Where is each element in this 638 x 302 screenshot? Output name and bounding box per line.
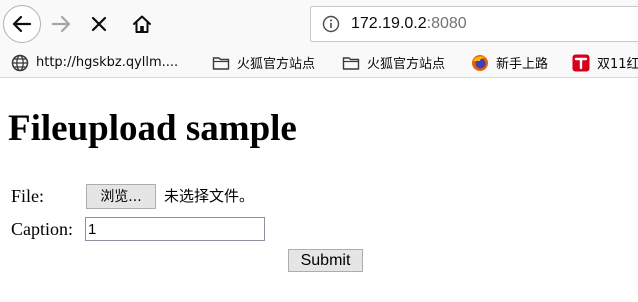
bookmark-label: 双11红 xyxy=(597,57,638,72)
bookmark-folder[interactable]: 火狐官方站点 xyxy=(212,48,315,77)
url-host: 172.19.0.2 xyxy=(351,15,427,32)
bookmarks-bar: http://hgskbz.qyllm.... 火狐官方站点 火狐官方站点 新手… xyxy=(0,48,638,78)
home-icon xyxy=(133,15,151,33)
caption-label: Caption: xyxy=(11,219,73,239)
bookmark-label: 火狐官方站点 xyxy=(237,57,316,72)
bookmark-label: 火狐官方站点 xyxy=(367,57,446,72)
info-icon[interactable] xyxy=(322,15,340,33)
browser-toolbar: 172.19.0.2:8080 xyxy=(0,0,638,48)
browse-button[interactable]: 浏览... xyxy=(86,184,156,209)
firefox-icon xyxy=(472,54,488,71)
tmall-icon xyxy=(572,54,590,71)
arrow-left-icon xyxy=(12,15,32,33)
bookmark-folder[interactable]: 火狐官方站点 xyxy=(342,48,445,77)
no-file-selected-text: 未选择文件。 xyxy=(164,187,255,205)
page-content: Fileupload sample File: 浏览... 未选择文件。 Cap… xyxy=(0,78,638,302)
globe-icon xyxy=(11,54,29,71)
submit-button[interactable]: Submit xyxy=(288,249,363,272)
back-button[interactable] xyxy=(3,5,41,43)
bookmark-item[interactable]: 新手上路 xyxy=(471,48,548,77)
url-bar[interactable]: 172.19.0.2:8080 xyxy=(310,6,638,42)
url-text[interactable]: 172.19.0.2:8080 xyxy=(351,15,467,33)
arrow-right-icon xyxy=(51,15,71,33)
bookmark-label: http://hgskbz.qyllm.... xyxy=(36,55,179,70)
url-port: :8080 xyxy=(426,15,467,32)
home-button[interactable] xyxy=(123,5,161,43)
bookmark-item[interactable]: http://hgskbz.qyllm.... xyxy=(11,48,178,77)
bookmark-item[interactable]: 双11红 xyxy=(572,48,638,77)
stop-button[interactable] xyxy=(80,5,118,43)
folder-icon xyxy=(342,56,360,70)
close-icon xyxy=(91,16,107,32)
caption-input[interactable] xyxy=(85,217,265,241)
forward-button[interactable] xyxy=(42,5,80,43)
page-title: Fileupload sample xyxy=(8,108,297,149)
folder-icon xyxy=(212,56,230,70)
file-label: File: xyxy=(11,186,45,206)
bookmark-label: 新手上路 xyxy=(496,57,549,72)
